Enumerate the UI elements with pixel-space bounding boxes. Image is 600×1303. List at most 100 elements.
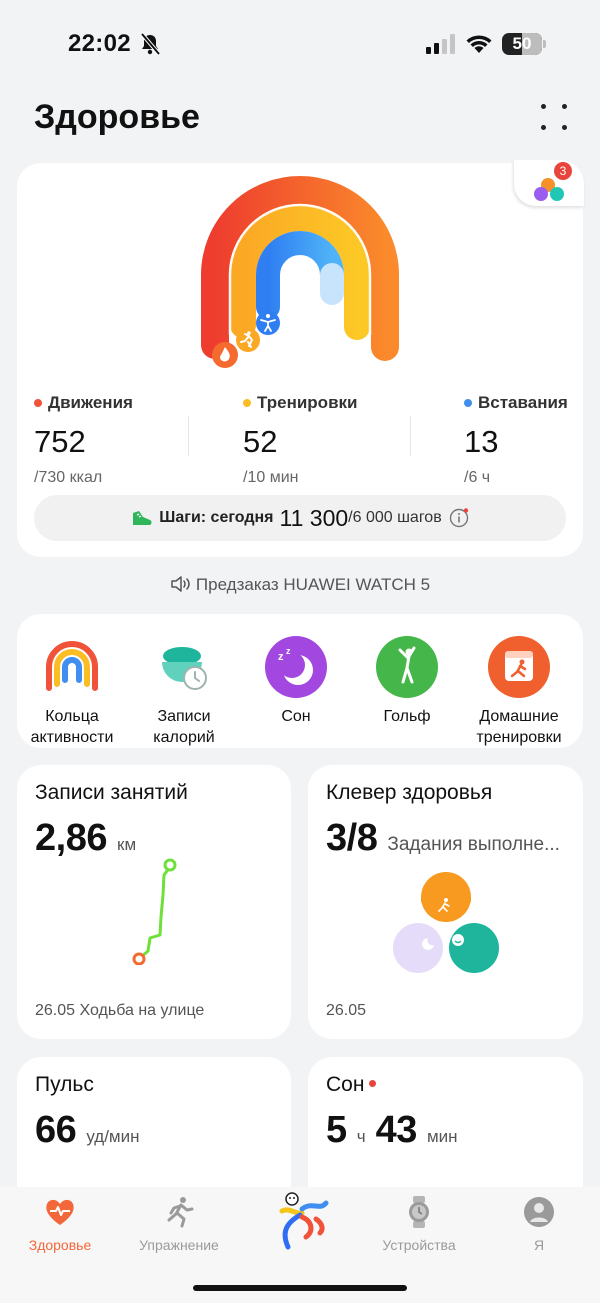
activity-rings-icon <box>46 641 98 691</box>
shortcut-activity-rings[interactable]: Кольца активности <box>16 636 128 748</box>
clover-subtitle: Задания выполне... <box>387 834 560 855</box>
metric-move-goal: /730 ккал <box>34 469 103 486</box>
notification-count-badge: 3 <box>554 162 572 180</box>
steps-goal: /6 000 шагов <box>348 509 442 526</box>
metric-move-label: Движения <box>48 393 133 412</box>
heart-rate-unit: уд/мин <box>86 1127 140 1146</box>
shortcut-sleep[interactable]: z z Сон <box>240 636 352 727</box>
move-dot-icon <box>34 399 42 407</box>
metric-move-value: 752 <box>34 424 86 459</box>
metric-stand-goal: /6 ч <box>464 469 491 486</box>
tab-label: Упражнение <box>139 1237 219 1253</box>
page-title: Здоровье <box>34 98 200 136</box>
tab-me[interactable]: Я <box>484 1195 594 1253</box>
more-options-button[interactable] <box>541 104 567 130</box>
shortcut-golf[interactable]: Гольф <box>351 636 463 727</box>
status-time: 22:02 <box>68 30 131 57</box>
clover-chart <box>393 872 499 973</box>
metric-exercise-goal: /10 мин <box>243 469 299 486</box>
promo-text: Предзаказ HUAWEI WATCH 5 <box>195 575 431 594</box>
home-workout-icon <box>488 636 550 698</box>
heart-pulse-icon <box>46 1199 74 1225</box>
shortcut-label: Кольца <box>45 708 99 725</box>
activity-records-tile[interactable]: Записи занятий 2,86 км 26.05 Ходьба на у… <box>17 765 291 1039</box>
stand-dot-icon <box>464 399 472 407</box>
tab-label: Здоровье <box>28 1237 92 1253</box>
tile-title: Пульс <box>35 1073 94 1096</box>
distance-unit: км <box>117 835 137 854</box>
mascot-icon <box>279 1192 329 1250</box>
shortcut-home-workouts[interactable]: Домашние тренировки <box>463 636 575 748</box>
svg-text:z: z <box>278 651 284 663</box>
watch-icon <box>409 1196 429 1228</box>
steps-label: Шаги: сегодня <box>159 509 274 526</box>
sleep-tile[interactable]: Сон 5 ч 43 мин <box>308 1057 583 1207</box>
shortcut-label: Записи <box>157 708 211 725</box>
shortcut-label: Домашние <box>479 708 559 725</box>
activity-rings-chart <box>201 176 399 368</box>
activity-footer: 26.05 Ходьба на улице <box>35 1002 205 1019</box>
clover-footer: 26.05 <box>326 1002 367 1019</box>
clover-value: 3/8 <box>326 817 378 859</box>
shortcut-label: активности <box>30 729 114 746</box>
tile-title: Сон <box>326 1073 377 1097</box>
sleep-hours-unit: ч <box>356 1127 366 1146</box>
svg-text:z: z <box>286 646 291 656</box>
user-avatar-icon <box>524 1197 554 1227</box>
sleep-duration: 5 ч 43 мин <box>326 1109 458 1152</box>
health-clover-tile[interactable]: Клевер здоровья 3/8 Задания выполне... 2… <box>308 765 583 1039</box>
metric-exercise-label: Тренировки <box>257 393 358 412</box>
distance-value: 2,86 км <box>35 817 136 860</box>
tab-label: Я <box>533 1237 545 1253</box>
divider <box>188 416 189 456</box>
tab-label: Устройства <box>382 1237 456 1253</box>
metric-stand-label: Вставания <box>478 393 568 412</box>
status-bar: 22:02 50 <box>0 0 600 90</box>
center-mascot-button[interactable] <box>272 1189 332 1251</box>
speaker-icon <box>171 576 190 592</box>
signal-icon <box>426 34 455 54</box>
shortcut-label: тренировки <box>476 729 562 746</box>
shortcut-calorie-records[interactable]: Записи калорий <box>128 636 240 748</box>
steps-summary-button[interactable]: Шаги: сегодня 11 300 /6 000 шагов <box>34 495 566 541</box>
home-indicator[interactable] <box>193 1285 407 1291</box>
info-icon[interactable] <box>449 508 469 528</box>
battery-level: 50 <box>512 34 532 53</box>
sleep-minutes: 43 <box>375 1109 418 1151</box>
metric-stand[interactable]: Вставания 13 /6 ч <box>464 393 568 487</box>
metric-stand-value: 13 <box>464 424 499 459</box>
shoe-icon <box>133 511 152 525</box>
heart-rate-number: 66 <box>35 1109 77 1151</box>
exercise-dot-icon <box>243 399 251 407</box>
wifi-icon <box>466 35 492 53</box>
sleep-title: Сон <box>326 1073 365 1096</box>
metric-exercise-value: 52 <box>243 424 278 459</box>
metric-move[interactable]: Движения 752 /730 ккал <box>34 393 133 487</box>
shortcut-label: Гольф <box>383 708 431 725</box>
food-bowl-icon <box>162 647 207 690</box>
clover-progress: 3/8 Задания выполне... <box>326 817 560 860</box>
tile-title: Записи занятий <box>35 781 188 804</box>
tab-devices[interactable]: Устройства <box>364 1195 474 1253</box>
shortcut-label: калорий <box>153 729 215 746</box>
heart-rate-tile[interactable]: Пульс 66 уд/мин <box>17 1057 291 1207</box>
distance-number: 2,86 <box>35 817 107 859</box>
divider <box>410 416 411 456</box>
route-map <box>132 858 177 965</box>
metric-exercise[interactable]: Тренировки 52 /10 мин <box>243 393 357 487</box>
running-icon <box>167 1197 194 1228</box>
battery-indicator: 50 <box>502 33 546 55</box>
apps-badge-button[interactable]: 3 <box>514 160 584 206</box>
tab-health[interactable]: Здоровье <box>5 1195 115 1253</box>
promo-banner[interactable]: Предзаказ HUAWEI WATCH 5 <box>0 575 600 595</box>
steps-value: 11 300 <box>279 504 349 531</box>
sleep-moon-icon: z z <box>265 636 327 698</box>
new-data-dot-icon <box>369 1080 377 1087</box>
sleep-minutes-unit: мин <box>426 1127 458 1146</box>
shortcuts-card: Кольца активности Записи калорий z z Сон Г… <box>17 614 583 748</box>
sleep-hours: 5 <box>326 1109 347 1151</box>
shortcut-label: Сон <box>281 708 311 725</box>
golf-icon <box>376 636 438 698</box>
tab-exercise[interactable]: Упражнение <box>124 1195 234 1253</box>
heart-rate-value: 66 уд/мин <box>35 1109 140 1152</box>
